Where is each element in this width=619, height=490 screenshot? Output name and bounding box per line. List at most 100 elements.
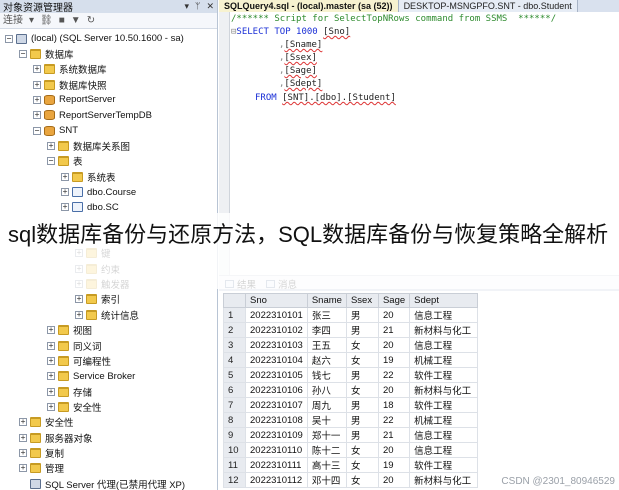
row-number-cell[interactable]: 4 [223,352,246,368]
row-number-cell[interactable]: 11 [223,457,246,473]
table-cell[interactable]: 陈十二 [306,442,347,458]
expand-icon[interactable]: + [33,95,41,104]
table-cell[interactable]: 女 [345,472,379,488]
expand-icon[interactable]: + [19,464,27,473]
table-cell[interactable]: 20 [377,337,411,353]
collapse-icon[interactable]: − [19,49,27,58]
row-number-cell[interactable]: 12 [223,472,246,488]
stop-icon[interactable]: ■ [59,15,65,27]
tree-node[interactable]: + 统计信息 [75,307,139,322]
table-row[interactable]: 11 2022310111 高十三女 19 软件工程 [223,457,479,473]
table-cell[interactable]: 21 [377,322,411,338]
table-cell[interactable]: 2022310110 [245,442,308,458]
expand-icon[interactable]: + [33,80,41,89]
expand-icon[interactable]: + [19,433,27,442]
tree-node[interactable]: + 服务器对象 [19,430,93,445]
table-row[interactable]: 1 2022310101 张三男 20 信息工程 [223,307,479,323]
table-cell[interactable]: 男 [345,427,379,443]
header-sdept[interactable]: Sdept [409,293,479,308]
row-number-cell[interactable]: 5 [223,367,246,383]
table-cell[interactable]: 张三 [306,307,347,323]
table-cell[interactable]: 软件工程 [409,397,479,413]
tree-node[interactable]: + 可编程性 [47,353,111,368]
table-cell[interactable]: 20 [377,307,411,323]
table-cell[interactable]: 2022310106 [245,382,308,398]
table-cell[interactable]: 男 [345,412,379,428]
table-row[interactable]: 8 2022310108 吴十男 22 机械工程 [223,412,479,428]
tree-node[interactable]: − 表 [47,154,83,169]
table-cell[interactable]: 王五 [306,337,347,353]
expand-icon[interactable]: + [75,295,83,304]
connect-icon[interactable]: ▾ [29,15,34,27]
table-cell[interactable]: 男 [345,397,379,413]
dropdown-icon[interactable]: ▾ [185,1,190,12]
tab-dbo-student[interactable]: DESKTOP-MSNGPFO.SNT - dbo.Student [398,0,578,12]
table-cell[interactable]: 新材料与化工 [409,472,479,488]
table-cell[interactable]: 钱七 [306,367,347,383]
table-cell[interactable]: 女 [345,442,379,458]
row-number-cell[interactable]: 2 [223,322,246,338]
table-cell[interactable]: 2022310104 [245,352,308,368]
tree-node[interactable]: + 索引 [75,292,120,307]
collapse-icon[interactable]: − [47,157,55,166]
table-cell[interactable]: 李四 [306,322,347,338]
table-cell[interactable]: 男 [345,307,379,323]
tab-sqlquery4[interactable]: SQLQuery4.sql - (local).master (sa (52)) [219,0,399,12]
header-sname[interactable]: Sname [306,293,347,308]
expand-icon[interactable]: + [47,402,55,411]
expand-icon[interactable]: + [33,111,41,120]
tree-node[interactable]: + ReportServerTempDB [33,108,152,123]
tree-node[interactable]: + 安全性 [19,415,74,430]
table-cell[interactable]: 2022310102 [245,322,308,338]
table-cell[interactable]: 软件工程 [409,367,479,383]
tree-node[interactable]: + Service Broker [47,369,135,384]
row-number-cell[interactable]: 7 [223,397,246,413]
tree-node[interactable]: − SNT [33,123,78,138]
table-cell[interactable]: 19 [377,457,411,473]
table-cell[interactable]: 吴十 [306,412,347,428]
refresh-icon[interactable]: ↻ [87,15,95,27]
tree-node[interactable]: + 复制 [19,445,64,460]
table-cell[interactable]: 20 [377,442,411,458]
table-cell[interactable]: 信息工程 [409,442,479,458]
expand-icon[interactable]: + [47,387,55,396]
tree-node[interactable]: + 系统表 [61,169,116,184]
expand-icon[interactable]: + [47,341,55,350]
row-number-cell[interactable]: 9 [223,427,246,443]
tree-node[interactable]: − 数据库 [19,46,74,61]
tree-node[interactable]: + ReportServer [33,92,116,107]
table-cell[interactable]: 信息工程 [409,337,479,353]
row-number-cell[interactable]: 3 [223,337,246,353]
row-number-cell[interactable]: 6 [223,382,246,398]
table-cell[interactable]: 高十三 [306,457,347,473]
tree-node[interactable]: + dbo.Course [61,185,136,200]
table-cell[interactable]: 信息工程 [409,427,479,443]
table-cell[interactable]: 2022310109 [245,427,308,443]
row-number-cell[interactable]: 8 [223,412,246,428]
row-number-cell[interactable]: 1 [223,307,246,323]
expand-icon[interactable]: + [19,418,27,427]
expand-icon[interactable]: + [33,65,41,74]
expand-icon[interactable]: + [47,356,55,365]
tree-node[interactable]: + 数据库关系图 [47,138,130,153]
close-icon[interactable]: ✕ [206,1,214,12]
table-row[interactable]: 12 2022310112 邓十四女 20 新材料与化工 [223,472,479,488]
table-cell[interactable]: 19 [377,352,411,368]
table-row[interactable]: 3 2022310103 王五女 20 信息工程 [223,337,479,353]
table-cell[interactable]: 邓十四 [306,472,347,488]
table-cell[interactable]: 21 [377,427,411,443]
tree-node[interactable]: + 存储 [47,384,92,399]
header-sno[interactable]: Sno [245,293,308,308]
table-cell[interactable]: 机械工程 [409,352,479,368]
header-ssex[interactable]: Ssex [345,293,379,308]
table-cell[interactable]: 2022310111 [245,457,308,473]
table-cell[interactable]: 20 [377,472,411,488]
expand-icon[interactable]: + [19,448,27,457]
tree-node[interactable]: + 视图 [47,323,92,338]
table-cell[interactable]: 机械工程 [409,412,479,428]
table-cell[interactable]: 新材料与化工 [409,382,479,398]
table-cell[interactable]: 女 [345,382,379,398]
table-cell[interactable]: 周九 [306,397,347,413]
expand-icon[interactable]: + [75,310,83,319]
table-row[interactable]: 2 2022310102 李四男 21 新材料与化工 [223,322,479,338]
